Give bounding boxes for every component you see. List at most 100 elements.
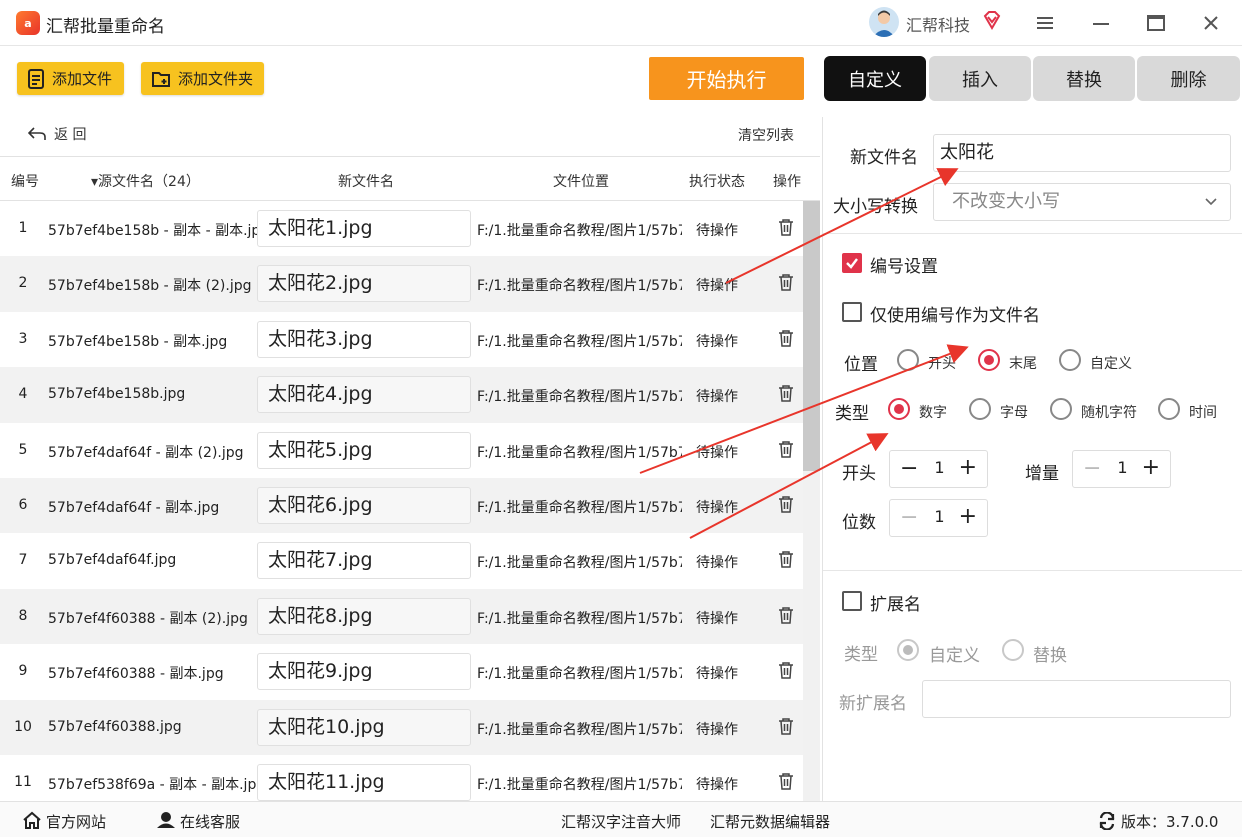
header-status: 执行状态: [689, 174, 745, 190]
table-row[interactable]: 8 57b7ef4f60388 - 副本 (2).jpg 太阳花8.jpg F:/1.…: [0, 588, 803, 645]
table-row[interactable]: 7 57b7ef4daf64f.jpg 太阳花7.jpg F:/1.批量重命名教程/图…: [0, 533, 803, 588]
new-name-input[interactable]: 太阳花: [933, 134, 1231, 172]
table-row[interactable]: 10 57b7ef4f60388.jpg 太阳花10.jpg F:/1.批量重命名教程…: [0, 699, 803, 755]
trash-icon[interactable]: [778, 717, 794, 735]
scrollbar-thumb[interactable]: [803, 201, 820, 471]
table-row[interactable]: 11 57b7ef538f69a - 副本 - 副本.jpg 太阳花11.jpg F:…: [0, 755, 803, 801]
trash-icon[interactable]: [778, 772, 794, 790]
trash-icon[interactable]: [778, 606, 794, 624]
type-number-label: 数字: [919, 405, 947, 421]
list-header: 编号 ▾源文件名（24） 新文件名 文件位置 执行状态 操作: [0, 156, 820, 201]
header-src[interactable]: ▾源文件名（24）: [91, 171, 200, 191]
ext-type-radio-custom[interactable]: [897, 639, 919, 661]
row-new-name-input[interactable]: 太阳花6.jpg: [257, 487, 471, 524]
start-stepper[interactable]: − 1 +: [889, 450, 988, 488]
position-radio-end[interactable]: [978, 349, 1000, 371]
position-radio-custom[interactable]: [1059, 349, 1081, 371]
ext-type-radio-replace[interactable]: [1002, 639, 1024, 661]
digits-stepper[interactable]: − 1 +: [889, 499, 988, 537]
trash-icon[interactable]: [778, 329, 794, 347]
table-row[interactable]: 9 57b7ef4f60388 - 副本.jpg 太阳花9.jpg F:/1.批量重命…: [0, 644, 803, 699]
row-new-name-input[interactable]: 太阳花11.jpg: [257, 764, 471, 801]
trash-icon[interactable]: [778, 495, 794, 513]
trash-icon[interactable]: [778, 550, 794, 569]
row-new-name-input[interactable]: 太阳花5.jpg: [257, 431, 471, 469]
trash-icon[interactable]: [778, 218, 794, 236]
row-new-name-input[interactable]: 太阳花8.jpg: [257, 597, 471, 635]
row-status: 待操作: [696, 333, 738, 350]
table-row[interactable]: 1 57b7ef4be158b - 副本 - 副本.jpg 太阳花1.jpg F:/1…: [0, 201, 803, 256]
minimize-icon[interactable]: [1090, 12, 1112, 34]
position-start-label: 开头: [928, 356, 956, 372]
row-path: F:/1.批量重命名教程/图片1/57b7ef4f60388: [477, 721, 682, 738]
row-num: 8: [18, 607, 28, 624]
table-row[interactable]: 6 57b7ef4daf64f - 副本.jpg 太阳花6.jpg F:/1.批量重命…: [0, 478, 803, 534]
type-radio-number[interactable]: [888, 398, 910, 420]
refresh-icon[interactable]: [1098, 812, 1116, 830]
table-row[interactable]: 2 57b7ef4be158b - 副本 (2).jpg 太阳花2.jpg F:/1.…: [0, 256, 803, 312]
row-new-name-input[interactable]: 太阳花7.jpg: [257, 542, 471, 580]
app-title: 汇帮批量重命名: [46, 17, 165, 37]
increment-label: 增量: [1025, 464, 1059, 484]
add-folder-button[interactable]: 添加文件夹: [141, 62, 264, 95]
menu-icon[interactable]: [1034, 12, 1056, 34]
only-number-checkbox[interactable]: [842, 302, 862, 322]
row-path: F:/1.批量重命名教程/图片1/57b7ef4be158b: [477, 333, 682, 350]
trash-icon[interactable]: [778, 384, 794, 402]
row-new-name-input[interactable]: 太阳花4.jpg: [257, 376, 471, 414]
new-ext-input[interactable]: [922, 680, 1231, 718]
row-status: 待操作: [696, 500, 738, 516]
table-row[interactable]: 3 57b7ef4be158b - 副本.jpg 太阳花3.jpg F:/1.批量重命…: [0, 312, 803, 367]
start-button[interactable]: 开始执行: [649, 57, 804, 100]
tab-insert[interactable]: 插入: [929, 56, 1031, 101]
trash-icon[interactable]: [778, 440, 794, 458]
row-new-name-input[interactable]: 太阳花3.jpg: [257, 320, 471, 358]
row-new-name-input[interactable]: 太阳花9.jpg: [257, 653, 471, 691]
plus-icon[interactable]: +: [959, 455, 977, 480]
table-row[interactable]: 4 57b7ef4be158b.jpg 太阳花4.jpg F:/1.批量重命名教程/图…: [0, 367, 803, 423]
tab-delete[interactable]: 删除: [1137, 56, 1240, 101]
numbering-checkbox[interactable]: [842, 253, 862, 273]
table-row[interactable]: 5 57b7ef4daf64f - 副本 (2).jpg 太阳花5.jpg F:/1.…: [0, 423, 803, 478]
support-icon: [157, 812, 175, 828]
app-logo: a: [16, 11, 40, 35]
trash-icon[interactable]: [778, 273, 794, 292]
type-radio-time[interactable]: [1158, 398, 1180, 420]
row-new-name-input[interactable]: 太阳花1.jpg: [257, 210, 471, 247]
type-radio-random[interactable]: [1050, 398, 1072, 420]
close-icon[interactable]: [1200, 12, 1222, 34]
back-arrow-icon: [28, 127, 46, 140]
case-label: 大小写转换: [833, 197, 918, 217]
case-select[interactable]: 不改变大小写: [933, 183, 1231, 221]
metadata-tool-link[interactable]: 汇帮元数据编辑器: [710, 811, 830, 832]
numbering-label: 编号设置: [870, 257, 938, 277]
user-avatar[interactable]: [869, 7, 899, 37]
pinyin-tool-link[interactable]: 汇帮汉字注音大师: [561, 811, 681, 832]
type-radio-letter[interactable]: [969, 398, 991, 420]
row-source-name: 57b7ef4be158b.jpg: [48, 386, 186, 403]
new-ext-label: 新扩展名: [839, 694, 907, 714]
row-path: F:/1.批量重命名教程/图片1/57b7ef4daf64f: [477, 500, 682, 516]
extension-checkbox[interactable]: [842, 591, 862, 611]
support-link[interactable]: 在线客服: [180, 811, 240, 832]
maximize-icon[interactable]: [1145, 12, 1167, 34]
settings-panel: 新文件名 太阳花 大小写转换 不改变大小写 编号设置 仅使用编号作为文件名 位置…: [822, 117, 1242, 801]
tab-custom[interactable]: 自定义: [824, 56, 926, 101]
tab-replace[interactable]: 替换: [1033, 56, 1135, 101]
row-new-name-input[interactable]: 太阳花10.jpg: [257, 708, 471, 746]
position-radio-start[interactable]: [897, 349, 919, 371]
plus-icon[interactable]: +: [959, 504, 977, 529]
increment-stepper[interactable]: − 1 +: [1072, 450, 1171, 488]
plus-icon[interactable]: +: [1142, 455, 1160, 480]
website-link[interactable]: 官方网站: [46, 811, 106, 832]
row-source-name: 57b7ef4be158b - 副本.jpg: [48, 333, 228, 350]
trash-icon[interactable]: [778, 661, 794, 679]
clear-list-button[interactable]: 清空列表: [738, 125, 794, 145]
user-name[interactable]: 汇帮科技: [906, 12, 970, 36]
add-file-button[interactable]: 添加文件: [17, 62, 124, 95]
row-new-name-input[interactable]: 太阳花2.jpg: [257, 265, 471, 303]
vip-diamond-icon[interactable]: [982, 10, 1002, 30]
ext-type-label: 类型: [844, 645, 878, 665]
back-button[interactable]: 返 回: [28, 124, 86, 144]
row-status: 待操作: [696, 223, 738, 239]
